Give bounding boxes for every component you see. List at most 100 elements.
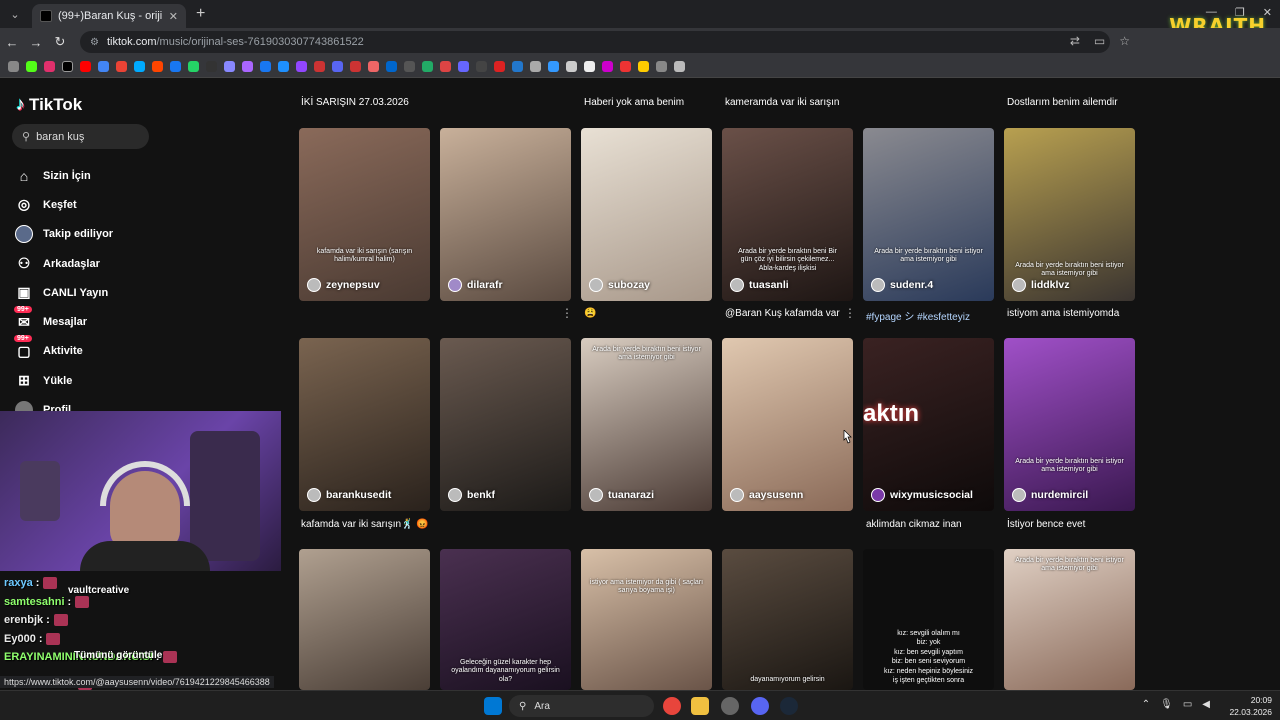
sidebar-item-friends[interactable]: ⚇ Arkadaşlar xyxy=(14,249,264,278)
tab-close-icon[interactable]: ✕ xyxy=(169,10,178,23)
more-options-icon[interactable]: ⋮ xyxy=(844,306,856,320)
chat-overlay-name[interactable]: Tümünü görüntüle xyxy=(74,650,162,661)
forward-arrow-icon[interactable]: → xyxy=(24,35,48,50)
bookmark-twitch-icon[interactable] xyxy=(296,61,307,72)
url-field[interactable]: ⚙ tiktok.com /music/orijinal-ses-7619030… xyxy=(80,31,1110,53)
sidebar-item-explore[interactable]: ◎ Keşfet xyxy=(14,190,264,219)
bookmark-reddit-icon[interactable] xyxy=(152,61,163,72)
bookmark-icon[interactable] xyxy=(458,61,469,72)
video-caption[interactable]: #fypage シ #kesfetteyiz xyxy=(866,308,970,323)
cast-icon[interactable]: ▭ xyxy=(1094,34,1105,48)
video-caption[interactable]: kafamda var iki sarışın🕺 😡 xyxy=(301,519,429,530)
bookmark-icon[interactable] xyxy=(206,61,217,72)
windows-start-icon[interactable] xyxy=(484,697,502,715)
bookmark-youtube-icon[interactable] xyxy=(80,61,91,72)
video-caption[interactable]: 😩 xyxy=(584,308,596,319)
browser-tab[interactable]: (99+)Baran Kuş - orijinal ses | T ✕ xyxy=(32,4,186,28)
translate-icon[interactable]: ⇄ xyxy=(1070,34,1080,48)
sidebar-item-messages[interactable]: ✉ 99+ Mesajlar xyxy=(14,306,264,336)
new-tab-button[interactable]: + xyxy=(196,5,205,23)
steam-taskbar-icon[interactable] xyxy=(780,697,798,715)
video-caption[interactable]: @Baran Kuş kafamda var xyxy=(725,308,840,319)
video-card[interactable]: aaysusenn xyxy=(722,338,853,511)
sidebar-item-following[interactable]: Takip ediliyor xyxy=(14,220,264,249)
file-explorer-icon[interactable] xyxy=(691,697,709,715)
tiktok-logo[interactable]: ♪ TikTok xyxy=(16,94,82,115)
search-input[interactable]: ⚲ baran kuş xyxy=(12,124,149,149)
video-card[interactable]: subozay xyxy=(581,128,712,301)
video-card[interactable]: Arada bir yerde bıraktın beni istiyor am… xyxy=(1004,338,1135,511)
bookmark-icon[interactable] xyxy=(602,61,613,72)
bookmark-google-icon[interactable] xyxy=(98,61,109,72)
microphone-icon[interactable]: 🎙 xyxy=(1160,699,1173,710)
back-arrow-icon[interactable]: ← xyxy=(0,35,24,50)
video-card[interactable]: kız: sevgili olalım mı biz: yok kız: ben… xyxy=(863,549,994,690)
video-card[interactable]: benkf xyxy=(440,338,571,511)
bookmark-icon[interactable] xyxy=(224,61,235,72)
apps-grid-icon[interactable] xyxy=(8,61,19,72)
video-caption[interactable]: istiyom ama istemiyomda xyxy=(1007,308,1119,319)
bookmark-icon[interactable] xyxy=(440,61,451,72)
taskbar-app-icon[interactable] xyxy=(721,697,739,715)
bookmark-facebook-icon[interactable] xyxy=(260,61,271,72)
bookmark-icon[interactable] xyxy=(674,61,685,72)
bookmark-discord-icon[interactable] xyxy=(332,61,343,72)
tab-search-button[interactable]: ⌄ xyxy=(4,3,26,25)
bookmark-gmail-icon[interactable] xyxy=(116,61,127,72)
bookmark-icon[interactable] xyxy=(278,61,289,72)
discord-taskbar-icon[interactable] xyxy=(751,697,769,715)
bookmark-icon[interactable] xyxy=(350,61,361,72)
sidebar-item-for-you[interactable]: ⌂ Sizin İçin xyxy=(14,161,264,190)
video-caption[interactable]: aklimdan cikmaz inan xyxy=(866,519,962,530)
bookmark-icon[interactable] xyxy=(584,61,595,72)
video-caption[interactable]: Haberi yok ama benim xyxy=(584,97,684,108)
video-card[interactable]: kafamda var iki sarışın (sarışın halim/k… xyxy=(299,128,430,301)
bookmark-icon[interactable] xyxy=(404,61,415,72)
bookmark-icon[interactable] xyxy=(566,61,577,72)
sidebar-item-activity[interactable]: ▢ 99+ Aktivite xyxy=(14,335,264,366)
video-card[interactable] xyxy=(299,549,430,690)
bookmark-icon[interactable] xyxy=(494,61,505,72)
bookmark-kick-icon[interactable] xyxy=(26,61,37,72)
bookmark-x-icon[interactable] xyxy=(62,61,73,72)
bookmark-icon[interactable] xyxy=(638,61,649,72)
video-card[interactable]: aktın wixymusicsocial xyxy=(863,338,994,511)
bookmark-icon[interactable] xyxy=(314,61,325,72)
taskbar-search-input[interactable]: ⚲ Ara xyxy=(509,695,654,717)
reload-icon[interactable]: ↻ xyxy=(48,34,72,50)
video-card[interactable]: dayanamıyorum gelirsin xyxy=(722,549,853,690)
video-card[interactable]: Arada bir yerde bıraktın beni istiyor am… xyxy=(1004,549,1135,690)
bookmark-icon[interactable] xyxy=(530,61,541,72)
speaker-icon[interactable]: ◀ xyxy=(1202,699,1210,710)
video-card[interactable]: istiyor ama istemiyor da gibi ( saçları … xyxy=(581,549,712,690)
sidebar-item-live[interactable]: ▣ CANLI Yayın xyxy=(14,278,264,307)
bookmark-icon[interactable] xyxy=(476,61,487,72)
video-card[interactable]: barankusedit xyxy=(299,338,430,511)
bookmark-icon[interactable] xyxy=(512,61,523,72)
bookmark-icon[interactable] xyxy=(386,61,397,72)
site-info-icon[interactable]: ⚙ xyxy=(90,37,99,48)
more-options-icon[interactable]: ⋮ xyxy=(561,306,573,320)
video-card[interactable]: Arada bir yerde bıraktın beni istiyor am… xyxy=(863,128,994,301)
bookmark-icon[interactable] xyxy=(620,61,631,72)
bookmark-icon[interactable] xyxy=(242,61,253,72)
video-card[interactable]: dilarafr xyxy=(440,128,571,301)
bookmark-icon[interactable] xyxy=(656,61,667,72)
bookmark-whatsapp-icon[interactable] xyxy=(188,61,199,72)
bookmark-icon[interactable] xyxy=(134,61,145,72)
video-card[interactable]: Arada bir yerde bıraktın beni Bir gün çö… xyxy=(722,128,853,301)
network-icon[interactable]: ▭ xyxy=(1183,699,1192,710)
bookmark-icon[interactable] xyxy=(170,61,181,72)
video-card[interactable]: Arada bir yerde bıraktın beni istiyor am… xyxy=(1004,128,1135,301)
video-card[interactable]: Geleceğin güzel karakter hep oyalandım d… xyxy=(440,549,571,690)
clock[interactable]: 20:09 22.03.2026 xyxy=(1229,694,1272,718)
bookmark-icon[interactable] xyxy=(548,61,559,72)
bookmark-icon[interactable] xyxy=(422,61,433,72)
video-card[interactable]: Arada bir yerde bıraktın beni istiyor am… xyxy=(581,338,712,511)
video-caption[interactable]: Dostlarım benim ailemdir xyxy=(1007,97,1118,108)
chevron-up-icon[interactable]: ⌃ xyxy=(1142,699,1150,710)
video-caption[interactable]: İKİ SARIŞIN 27.03.2026 xyxy=(301,97,409,108)
video-caption[interactable]: İstiyor bence evet xyxy=(1007,519,1085,530)
chrome-taskbar-icon[interactable] xyxy=(663,697,681,715)
bookmark-instagram-icon[interactable] xyxy=(44,61,55,72)
